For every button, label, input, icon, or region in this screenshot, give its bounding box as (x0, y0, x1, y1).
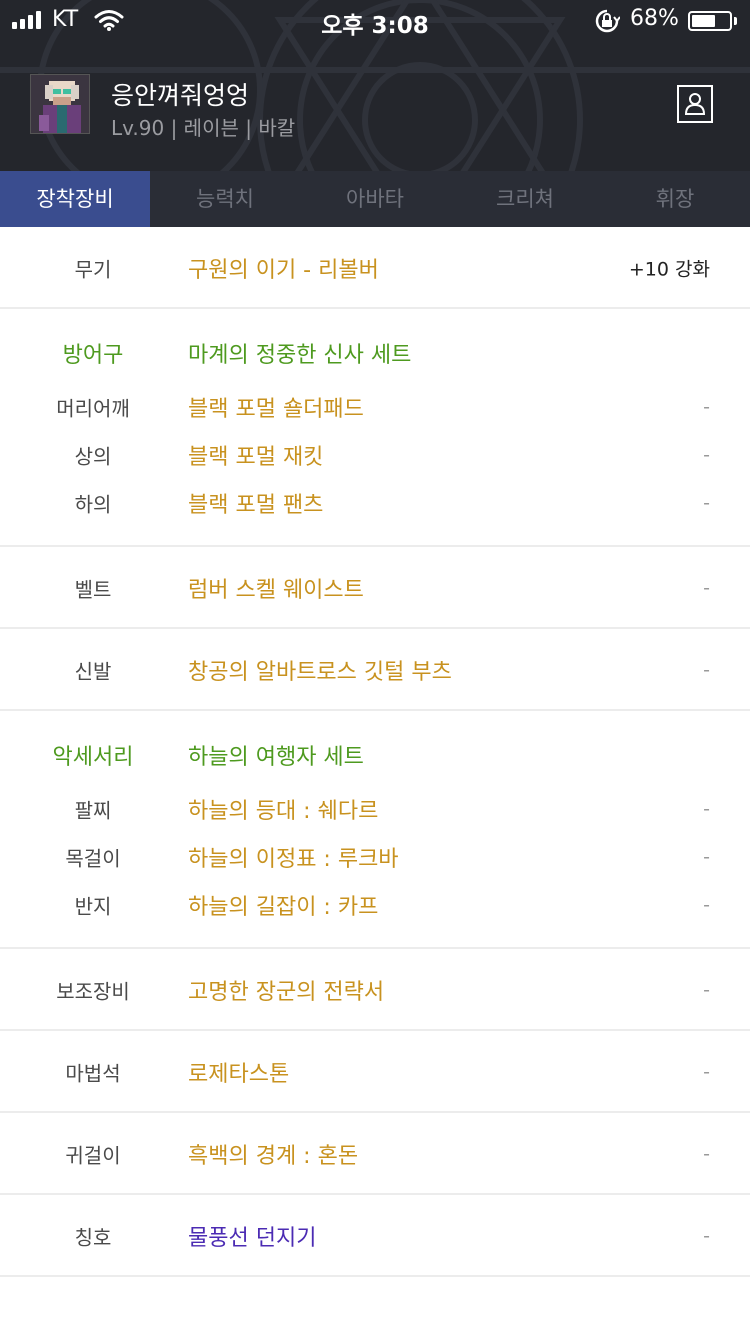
slot-label: 머리어깨 (56, 396, 130, 421)
item-name: 창공의 알바트로스 깃털 부츠 (188, 660, 452, 685)
list-item[interactable]: 마법석 로제타스톤 - (0, 1048, 750, 1096)
slot-label: 귀걸이 (65, 1143, 121, 1168)
enhance-level: - (703, 659, 710, 681)
tab-bar: 장착장비 능력치 아바타 크리쳐 휘장 (0, 171, 750, 227)
list-item[interactable]: 칭호 물풍선 던지기 - (0, 1212, 750, 1260)
equipment-section-magicstone: 마법석 로제타스톤 - (0, 1031, 750, 1113)
list-item[interactable]: 벨트 럼버 스켈 웨이스트 - (0, 564, 750, 612)
item-name: 럼버 스켈 웨이스트 (188, 578, 364, 603)
equipment-list: 무기 구원의 이기 - 리볼버 +10 강화 방어구 마계의 정중한 신사 세트… (0, 227, 750, 1277)
equipment-section-armor: 방어구 마계의 정중한 신사 세트 머리어깨 블랙 포멀 숄더패드 - 상의 블… (0, 309, 750, 547)
set-category-label: 방어구 (62, 343, 124, 368)
slot-label: 무기 (74, 257, 112, 282)
slot-label: 목걸이 (65, 846, 121, 871)
list-item[interactable]: 머리어깨 블랙 포멀 숄더패드 - (0, 383, 750, 431)
enhance-level: - (703, 846, 710, 868)
enhance-level: - (703, 1143, 710, 1165)
set-header[interactable]: 악세서리 하늘의 여행자 세트 (0, 731, 750, 779)
slot-label: 벨트 (74, 577, 112, 602)
slot-label: 마법석 (65, 1061, 121, 1086)
item-name: 블랙 포멀 숄더패드 (188, 397, 364, 422)
list-item[interactable]: 상의 블랙 포멀 재킷 - (0, 431, 750, 479)
list-item[interactable]: 팔찌 하늘의 등대 : 쉐다르 - (0, 785, 750, 833)
set-category-label: 악세서리 (52, 745, 134, 770)
profile-header: KT 오후 3:08 68% 응안껴줘엉엉 Lv.90 | 레이븐 | 바칼 (0, 0, 750, 171)
equipment-section-earring: 귀걸이 흑백의 경계 : 혼돈 - (0, 1113, 750, 1195)
equipment-section-title: 칭호 물풍선 던지기 - (0, 1195, 750, 1277)
equipment-section-accessory: 악세서리 하늘의 여행자 세트 팔찌 하늘의 등대 : 쉐다르 - 목걸이 하늘… (0, 711, 750, 949)
enhance-level: - (703, 577, 710, 599)
battery-cap (734, 17, 737, 25)
slot-label: 팔찌 (74, 798, 112, 823)
battery-icon (688, 11, 732, 31)
equipment-section-sub: 보조장비 고명한 장군의 전략서 - (0, 949, 750, 1031)
enhance-level: +10 강화 (628, 258, 710, 281)
equipment-section-weapon: 무기 구원의 이기 - 리볼버 +10 강화 (0, 227, 750, 309)
item-name: 로제타스톤 (188, 1062, 290, 1087)
item-name: 하늘의 이정표 : 루크바 (188, 847, 399, 872)
list-item[interactable]: 신발 창공의 알바트로스 깃털 부츠 - (0, 646, 750, 694)
tab-stats[interactable]: 능력치 (150, 171, 300, 227)
item-name: 하늘의 길잡이 : 카프 (188, 895, 379, 920)
status-bar: KT 오후 3:08 68% (0, 0, 750, 40)
person-card-icon (684, 93, 706, 115)
slot-label: 하의 (74, 492, 112, 517)
equipment-section-belt: 벨트 럼버 스켈 웨이스트 - (0, 547, 750, 629)
battery-percent: 68% (630, 6, 679, 31)
slot-label: 반지 (74, 894, 112, 919)
item-name: 물풍선 던지기 (188, 1226, 317, 1251)
enhance-level: - (703, 894, 710, 916)
list-item[interactable]: 무기 구원의 이기 - 리볼버 +10 강화 (0, 244, 750, 292)
item-name: 블랙 포멀 팬츠 (188, 493, 324, 518)
enhance-level: - (703, 1225, 710, 1247)
item-name: 고명한 장군의 전략서 (188, 980, 385, 1005)
avatar (30, 74, 90, 134)
enhance-level: - (703, 979, 710, 1001)
tab-avatar[interactable]: 아바타 (300, 171, 450, 227)
item-name: 블랙 포멀 재킷 (188, 445, 324, 470)
list-item[interactable]: 목걸이 하늘의 이정표 : 루크바 - (0, 833, 750, 881)
tab-emblem[interactable]: 휘장 (600, 171, 750, 227)
item-name: 하늘의 등대 : 쉐다르 (188, 799, 379, 824)
character-portrait-icon (31, 75, 89, 133)
character-name: 응안껴줘엉엉 (111, 81, 250, 110)
enhance-level: - (703, 1061, 710, 1083)
rotation-lock-icon (595, 9, 620, 33)
slot-label: 신발 (74, 659, 112, 684)
set-name: 하늘의 여행자 세트 (188, 745, 364, 770)
list-item[interactable]: 귀걸이 흑백의 경계 : 혼돈 - (0, 1130, 750, 1178)
slot-label: 칭호 (74, 1225, 112, 1250)
enhance-level: - (703, 492, 710, 514)
list-item[interactable]: 보조장비 고명한 장군의 전략서 - (0, 966, 750, 1014)
list-item[interactable]: 반지 하늘의 길잡이 : 카프 - (0, 881, 750, 929)
list-item[interactable]: 하의 블랙 포멀 팬츠 - (0, 479, 750, 527)
character-meta: Lv.90 | 레이븐 | 바칼 (111, 116, 296, 140)
equipment-section-shoes: 신발 창공의 알바트로스 깃털 부츠 - (0, 629, 750, 711)
slot-label: 보조장비 (56, 979, 130, 1004)
item-name: 흑백의 경계 : 혼돈 (188, 1144, 359, 1169)
profile-card-button[interactable] (677, 85, 713, 123)
item-name: 구원의 이기 - 리볼버 (188, 258, 379, 283)
tab-creature[interactable]: 크리쳐 (450, 171, 600, 227)
enhance-level: - (703, 798, 710, 820)
set-name: 마계의 정중한 신사 세트 (188, 343, 412, 368)
set-header[interactable]: 방어구 마계의 정중한 신사 세트 (0, 329, 750, 377)
enhance-level: - (703, 396, 710, 418)
tab-equipment[interactable]: 장착장비 (0, 171, 150, 227)
enhance-level: - (703, 444, 710, 466)
slot-label: 상의 (74, 444, 112, 469)
